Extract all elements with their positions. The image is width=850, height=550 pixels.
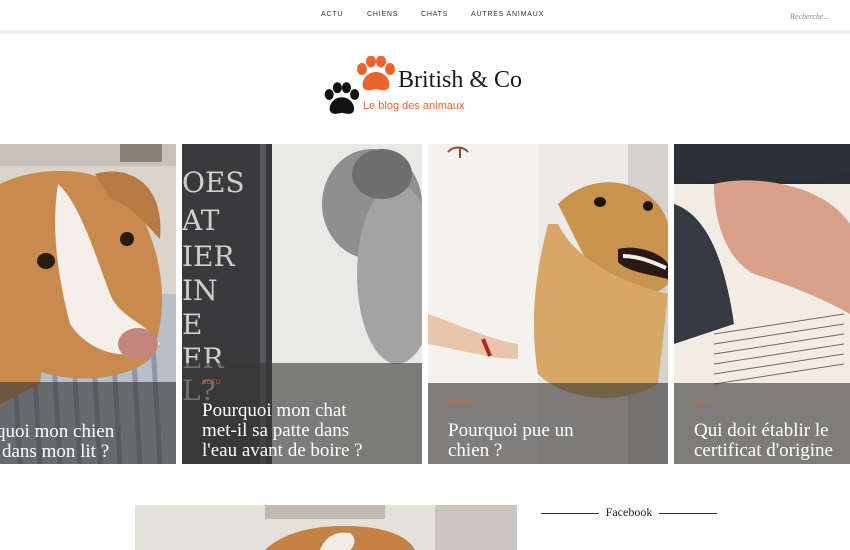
card-title-line: Pourquoi mon chat: [202, 400, 347, 421]
card-title-line: dans mon lit ?: [2, 441, 110, 462]
nav-item-autres-animaux[interactable]: AUTRES ANIMAUX: [471, 11, 544, 18]
featured-posts-carousel: quoi mon chien dans mon lit ? OES AT IER…: [0, 144, 850, 464]
svg-text:IN: IN: [182, 274, 218, 307]
nav-item-chiens[interactable]: CHIENS: [367, 11, 398, 18]
carousel-card[interactable]: ACTU Qui doit établir le certificat d'or…: [674, 144, 850, 464]
site-title: British & Co: [398, 67, 523, 93]
nav-item-actu[interactable]: ACTU: [321, 11, 343, 18]
card-title-line: met-il sa patte dans: [202, 420, 350, 441]
card-title-line: Pourquoi pue un: [448, 420, 574, 441]
category-label[interactable]: ACTU: [694, 400, 713, 406]
category-label[interactable]: CHIENS: [448, 400, 474, 406]
card-caption: quoi mon chien dans mon lit ?: [0, 382, 176, 464]
svg-text:IER: IER: [182, 240, 236, 273]
card-title-line: quoi mon chien: [0, 421, 115, 442]
card-caption: ACTU Pourquoi mon chat met-il sa patte d…: [182, 363, 422, 464]
carousel-card[interactable]: OES AT IER IN E ER L? ACTU Pourquoi mon …: [182, 144, 422, 464]
nav-divider: [0, 30, 850, 34]
card-title-line: certificat d'origine: [694, 440, 833, 461]
card-title-line: chien ?: [448, 440, 503, 461]
featured-post-image[interactable]: [135, 505, 517, 550]
card-title-line: l'eau avant de boire ?: [202, 440, 363, 461]
search-input[interactable]: [790, 10, 842, 22]
card-caption: ACTU Qui doit établir le certificat d'or…: [674, 383, 850, 464]
svg-text:E: E: [182, 308, 202, 341]
carousel-card[interactable]: quoi mon chien dans mon lit ?: [0, 144, 176, 464]
site-tagline: Le blog des animaux: [363, 100, 465, 112]
main-menu: ACTU CHIENS CHATS AUTRES ANIMAUX: [0, 0, 850, 30]
divider-right: [659, 513, 717, 514]
svg-text:OES: OES: [182, 166, 245, 199]
dog-photo: [135, 505, 517, 550]
top-navigation-bar: ACTU CHIENS CHATS AUTRES ANIMAUX: [0, 0, 850, 30]
category-label[interactable]: ACTU: [202, 380, 221, 386]
svg-text:AT: AT: [182, 204, 220, 237]
card-title-line: Qui doit établir le: [694, 420, 829, 441]
carousel-card[interactable]: CHIENS Pourquoi pue un chien ?: [428, 144, 668, 464]
card-caption: CHIENS Pourquoi pue un chien ?: [428, 383, 668, 464]
paw-black-icon: [324, 82, 360, 114]
site-logo[interactable]: British & Co Le blog des animaux: [320, 56, 540, 118]
nav-item-chats[interactable]: CHATS: [421, 11, 448, 18]
facebook-widget-title: Facebook: [541, 505, 717, 521]
